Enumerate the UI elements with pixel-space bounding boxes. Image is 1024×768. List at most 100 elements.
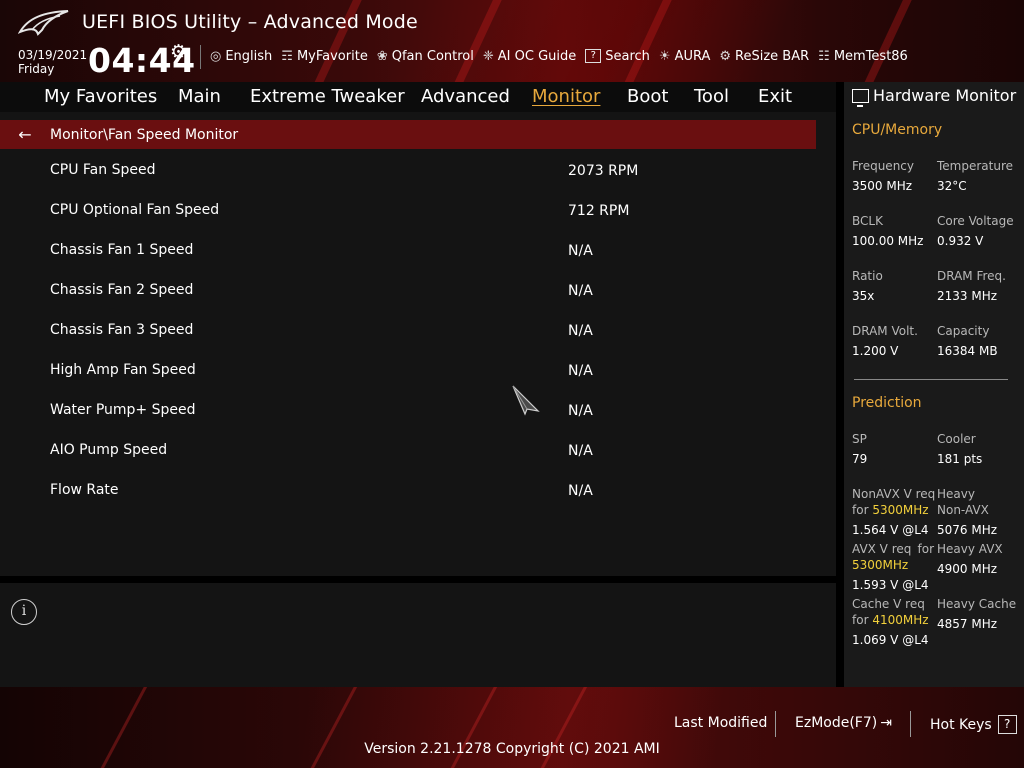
fan-speed-row[interactable]: CPU Optional Fan Speed 712 RPM <box>0 202 816 242</box>
decor-slash <box>850 0 918 82</box>
toolbar-memtest86-button[interactable]: ☷ MemTest86 <box>818 49 908 64</box>
stat-label-part: Cache V req <box>852 597 925 611</box>
toolbar-resize-bar-button[interactable]: ⚙ ReSize BAR <box>719 49 809 64</box>
stat-label: NonAVX V req for 5300MHz <box>852 486 937 518</box>
hot-keys-label: Hot Keys <box>930 716 992 733</box>
ezmode-button[interactable]: EzMode(F7) ⇥ <box>795 715 892 731</box>
toolbar-ai-oc-guide-button[interactable]: ❈ AI OC Guide <box>483 49 576 64</box>
app-title: UEFI BIOS Utility – Advanced Mode <box>82 11 418 33</box>
stat-value: 1.564 V @L4 <box>852 523 929 537</box>
fan-speed-row[interactable]: Chassis Fan 3 Speed N/A <box>0 322 816 362</box>
tab-monitor[interactable]: Monitor <box>532 86 600 107</box>
main-menu-bar: My Favorites Main Extreme Tweaker Advanc… <box>0 82 836 112</box>
fan-speed-row[interactable]: High Amp Fan Speed N/A <box>0 362 816 402</box>
row-label: CPU Fan Speed <box>50 162 156 178</box>
row-value: 2073 RPM <box>568 163 639 179</box>
stat-label: Heavy AVX <box>937 542 1003 556</box>
row-label: Flow Rate <box>50 482 119 498</box>
cache-vreq-stat: Cache V req for 4100MHz 1.069 V @L4 <box>852 596 937 648</box>
avx-vreq-stat: AVX V req for 5300MHz 1.593 V @L4 <box>852 541 934 593</box>
toolbar-search-button[interactable]: ? Search <box>585 49 650 64</box>
date-display: 03/19/2021 Friday <box>18 48 87 76</box>
toolbar-label: English <box>225 48 273 64</box>
hardware-monitor-title: Hardware Monitor <box>852 86 1016 107</box>
sidebar-separator <box>854 379 1008 380</box>
row-label: High Amp Fan Speed <box>50 362 196 378</box>
stat-label: Cooler <box>937 432 976 446</box>
chip-icon: ❈ <box>482 48 494 64</box>
dram-freq-stat: DRAM Freq. 2133 MHz <box>937 268 1022 304</box>
row-value: 712 RPM <box>568 203 630 219</box>
toolbar-label: Search <box>605 48 650 64</box>
row-label: CPU Optional Fan Speed <box>50 202 220 218</box>
header-separator <box>200 45 201 69</box>
row-value: N/A <box>568 403 593 419</box>
tab-advanced[interactable]: Advanced <box>421 86 510 107</box>
toolbar-label: AI OC Guide <box>497 48 577 64</box>
fan-speed-row[interactable]: Water Pump+ Speed N/A <box>0 402 816 442</box>
tab-tool[interactable]: Tool <box>694 86 729 107</box>
row-value: N/A <box>568 283 593 299</box>
stat-label: Core Voltage <box>937 214 1014 228</box>
toolbar-aura-button[interactable]: ☀ AURA <box>659 49 710 64</box>
row-value: N/A <box>568 483 593 499</box>
fan-speed-row[interactable]: AIO Pump Speed N/A <box>0 442 816 482</box>
stat-label-part: Heavy <box>937 487 975 501</box>
decor-slash <box>610 0 678 82</box>
fan-speed-row[interactable]: Chassis Fan 2 Speed N/A <box>0 282 816 322</box>
tab-extreme-tweaker[interactable]: Extreme Tweaker <box>250 86 405 107</box>
core-voltage-stat: Core Voltage 0.932 V <box>937 213 1022 249</box>
toolbar-label: Qfan Control <box>391 48 474 64</box>
fan-speed-row[interactable]: CPU Fan Speed 2073 RPM <box>0 162 816 202</box>
highlight-frequency: 4100MHz <box>872 613 929 627</box>
stat-value: 5076 MHz <box>937 523 998 537</box>
stat-label: Frequency <box>852 159 914 173</box>
globe-icon: ◎ <box>210 48 222 64</box>
hardware-monitor-sidebar: Hardware Monitor CPU/Memory Frequency 35… <box>844 82 1024 687</box>
hot-keys-button[interactable]: Hot Keys ? <box>930 715 1017 734</box>
clock-settings-gear-icon[interactable]: ⚙ <box>170 41 187 63</box>
date-text: 03/19/2021 <box>18 48 88 62</box>
heavy-avx-stat: Heavy AVX 4900 MHz <box>937 541 1022 577</box>
toolbar-myfavorite-button[interactable]: ☶ MyFavorite <box>281 49 368 64</box>
last-modified-button[interactable]: Last Modified <box>674 715 767 731</box>
footer-separator <box>775 711 776 737</box>
row-value: N/A <box>568 323 593 339</box>
stat-label: Temperature <box>937 159 1014 173</box>
sidebar-gap <box>836 82 844 687</box>
tab-my-favorites[interactable]: My Favorites <box>44 86 157 107</box>
row-label: Chassis Fan 1 Speed <box>50 242 194 258</box>
toolbar-english-button[interactable]: ◎ English <box>210 49 272 64</box>
row-value: N/A <box>568 243 593 259</box>
highlight-frequency: 5300MHz <box>852 558 909 572</box>
ratio-stat: Ratio 35x <box>852 268 937 304</box>
stat-label: Capacity <box>937 324 990 338</box>
stat-label-part: AVX V req <box>852 542 912 556</box>
back-arrow-icon[interactable]: ← <box>0 125 50 144</box>
stat-value: 32°C <box>937 179 967 193</box>
stat-value: 4900 MHz <box>937 562 998 576</box>
day-text: Friday <box>18 62 55 76</box>
heavy-cache-stat: Heavy Cache 4857 MHz <box>937 596 1022 632</box>
fan-icon: ❀ <box>376 48 388 64</box>
exit-to-ezmode-icon: ⇥ <box>880 715 892 731</box>
stat-label: Heavy Non-AVX <box>937 486 1022 518</box>
fan-speed-row[interactable]: Flow Rate N/A <box>0 482 816 522</box>
tab-main[interactable]: Main <box>178 86 221 107</box>
bclk-stat: BCLK 100.00 MHz <box>852 213 937 249</box>
tab-exit[interactable]: Exit <box>758 86 792 107</box>
stat-label-part: Non-AVX <box>937 503 989 517</box>
stat-value: 181 pts <box>937 452 983 466</box>
frequency-stat: Frequency 3500 MHz <box>852 158 937 194</box>
stat-value: 4857 MHz <box>937 617 998 631</box>
capacity-stat: Capacity 16384 MB <box>937 323 1022 359</box>
toolbar-qfan-control-button[interactable]: ❀ Qfan Control <box>377 49 474 64</box>
stat-value: 16384 MB <box>937 344 998 358</box>
fan-speed-row[interactable]: Chassis Fan 1 Speed N/A <box>0 242 816 282</box>
row-label: Water Pump+ Speed <box>50 402 196 418</box>
stat-label: DRAM Volt. <box>852 324 918 338</box>
stat-label-part: for <box>917 542 935 556</box>
tab-boot[interactable]: Boot <box>627 86 668 107</box>
memtest-icon: ☷ <box>818 48 830 64</box>
prediction-section-title: Prediction <box>852 395 922 411</box>
